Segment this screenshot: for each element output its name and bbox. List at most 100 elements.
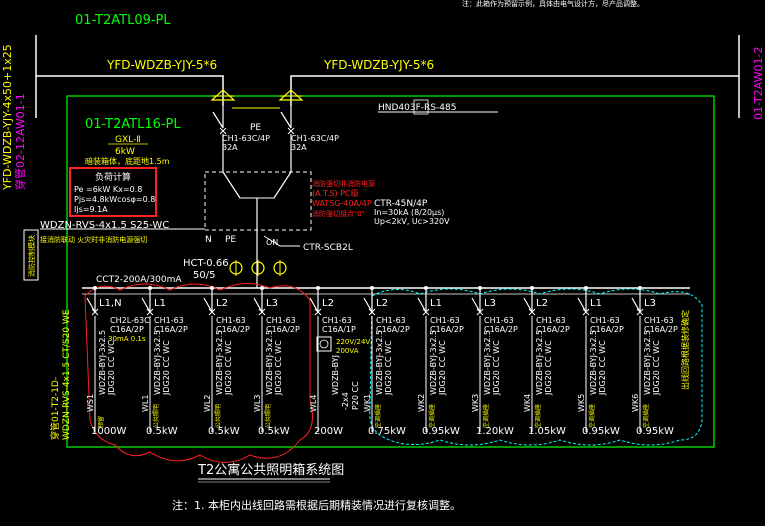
circuit-switch-blade <box>253 297 263 313</box>
diagram-canvas: 注：此箱作为预留示例，具体由电气设计方，尽产品调整。 01-T2ATL09-PL… <box>0 0 765 526</box>
circuit-id-label: WL3 <box>253 395 262 412</box>
power-module-cable-2: -2x4 <box>341 392 350 410</box>
right-note: 出线回路根据装修确定 <box>680 310 690 390</box>
circuit-desc-label: 空调插座 <box>482 404 490 428</box>
spd-line-2: In=30kA (8/20μs) <box>374 208 444 217</box>
cabinet-left-sub: 穿管02-12AW01-1 <box>13 93 27 190</box>
circuit-phase-label: L2 <box>536 298 548 309</box>
circuit-cable-label: WDZB-BYJ-3x2.5 <box>375 330 384 395</box>
circuit-power-label: 0.95kW <box>582 426 620 437</box>
circuit-switch-blade <box>203 297 213 313</box>
circuit-pipe-label: JDG20 CC WC <box>162 340 171 396</box>
power-module-box <box>316 336 332 352</box>
right-incoming-line <box>290 75 739 106</box>
panel-sub-note: 暗装箱体，底距地1.5m <box>85 156 170 166</box>
circuit-bus-node <box>148 286 152 290</box>
circuit-desc-label: 公共照明 <box>152 404 160 428</box>
circuit-id-label: WK3 <box>471 394 480 412</box>
incoming-cable-left: YFD-WDZB-YJY-5*6 <box>106 58 217 72</box>
spd-line-3: Up<2kV, Uc>320V <box>374 217 450 226</box>
fire-note-3: WATSG-40A/4P <box>312 199 372 208</box>
circuit-switch-blade <box>631 297 641 313</box>
circuit-power-label: 0.95kW <box>636 426 674 437</box>
circuit-phase-label: L3 <box>484 298 496 309</box>
ats-contact-right <box>273 171 292 199</box>
circuit-pipe-label: JDG20 CC WC <box>274 340 283 396</box>
fire-note-4: 消防强切接点"0" <box>312 209 365 218</box>
circuit-power-label: 1000W <box>91 426 126 437</box>
circuit-desc-label: 公共照明 <box>264 404 272 428</box>
circuit-desc-label: 空调插座 <box>428 404 436 428</box>
fire-note-2: (A.T.S) PC级 <box>312 188 359 198</box>
circuit-switch-blade <box>417 297 427 313</box>
panel-gxl: GXL-Ⅱ <box>115 135 141 145</box>
circuit-cable-label: WDZB-BYJ-3x2.5 <box>215 330 224 395</box>
rcd-label: CH2L-63C <box>110 316 150 325</box>
power-module-cable: WDZB-BYJ <box>331 355 340 395</box>
main-breaker-right-label: CH1-63C/4P <box>291 134 339 143</box>
circuit-phase-label: L1 <box>590 298 602 309</box>
circuit-switch-blade <box>523 297 533 313</box>
incoming-cable-right: YFD-WDZB-YJY-5*6 <box>323 58 434 72</box>
circuit-breaker-label: CH1-63 <box>536 316 566 325</box>
ct-label: HCT-0.66 <box>183 258 229 269</box>
circuit-breaker-label: CH1-63 <box>484 316 514 325</box>
circuit-phase-label: L2 <box>216 298 228 309</box>
footnote: 注：1. 本柜内出线回路需根据后期精装情况进行复核调整。 <box>172 498 461 512</box>
circuit-desc-label: 公共照明 <box>214 404 222 428</box>
circuit-breaker-label: CH1-63 <box>590 316 620 325</box>
fire-cable: WDZN-RVS-4x1.5 S25-WC <box>40 220 169 231</box>
circuit-cable-label: WDZB-BYJ-3x2.5 <box>643 330 652 395</box>
left-vertical-cable: WDZN-RVS-4x1.5 CT/S20 WE <box>62 309 72 440</box>
circuit-cable-label: WDZB-BYJ-3x2.5 <box>483 330 492 395</box>
main-breaker-left-label: CH1-63C/4P <box>222 134 270 143</box>
circuit-id-label: WL1 <box>141 395 150 412</box>
load-calc-line3: Ijs=9.1A <box>74 205 108 214</box>
circuit-breaker-label: CH1-63 <box>154 316 184 325</box>
circuit-id-label: WK6 <box>631 394 640 412</box>
circuit-switch-blade <box>86 297 96 313</box>
circuit-desc-label: 空调插座 <box>642 404 650 428</box>
panel-name: 01-T2ATL16-PL <box>85 117 181 132</box>
ats-contact-left <box>222 171 241 199</box>
top-note: 注：此箱作为预留示例，具体由电气设计方，尽产品调整。 <box>462 0 644 8</box>
circuit-power-label: 0.5kW <box>146 426 178 437</box>
on-label: ON <box>266 238 278 247</box>
circuit-switch-blade <box>577 297 587 313</box>
circuit-bus-node <box>316 286 320 290</box>
load-calc-title: 负荷计算 <box>95 171 131 183</box>
circuit-bus-node <box>424 286 428 290</box>
circuit-pipe-label: JDG20 CC WC <box>544 340 553 396</box>
circuit-power-label: 0.95kW <box>422 426 460 437</box>
circuit-pipe-label: JDG20 CC WC <box>652 340 661 396</box>
circuit-bus-node <box>210 286 214 290</box>
circuit-breaker-label: CH1-63 <box>266 316 296 325</box>
panel-power: 6kW <box>115 147 135 157</box>
load-calc-line2: Pjs=4.8kWcosφ=0.8 <box>74 195 155 204</box>
circuit-bus-node <box>638 286 642 290</box>
circuit-desc-label: 空调插座 <box>534 404 542 428</box>
diagram-title: T2公寓公共照明箱系统图 <box>197 462 344 478</box>
circuit-phase-label: L2 <box>322 298 334 309</box>
power-module-cable-3: P20 CC <box>351 381 360 410</box>
power-module-icon <box>319 339 329 349</box>
ct-symbols <box>229 260 287 276</box>
circuit-bus-node <box>260 286 264 290</box>
circuit-pipe-label: JDG20 CC WC <box>384 340 393 396</box>
circuit-phase-label: L3 <box>266 298 278 309</box>
circuit-cable-label: WDZB-BYJ-3x2.5 <box>153 330 162 395</box>
main-pe-label: PE <box>250 123 261 133</box>
circuit-phase-label: L3 <box>644 298 656 309</box>
circuit-bus-node <box>370 286 374 290</box>
pe-label-2: PE <box>225 235 236 245</box>
circuit-power-label: 1.05kW <box>528 426 566 437</box>
circuit-phase-label: L1,N <box>99 298 122 309</box>
ct-ratio: 50/5 <box>193 270 215 281</box>
circuit-phase-label: L1 <box>154 298 166 309</box>
circuit-pipe-label: JDG20 CC WC <box>107 340 116 396</box>
circuit-breaker-label: CH1-63 <box>644 316 674 325</box>
circuit-pipe-label: JDG20 CC WC <box>492 340 501 396</box>
circuit-cable-label: WDZB-BYJ-3x2.5 <box>589 330 598 395</box>
circuit-id-label: WK4 <box>523 394 532 412</box>
circuit-cable-label: WDZB-BYJ-3x2.5 <box>265 330 274 395</box>
